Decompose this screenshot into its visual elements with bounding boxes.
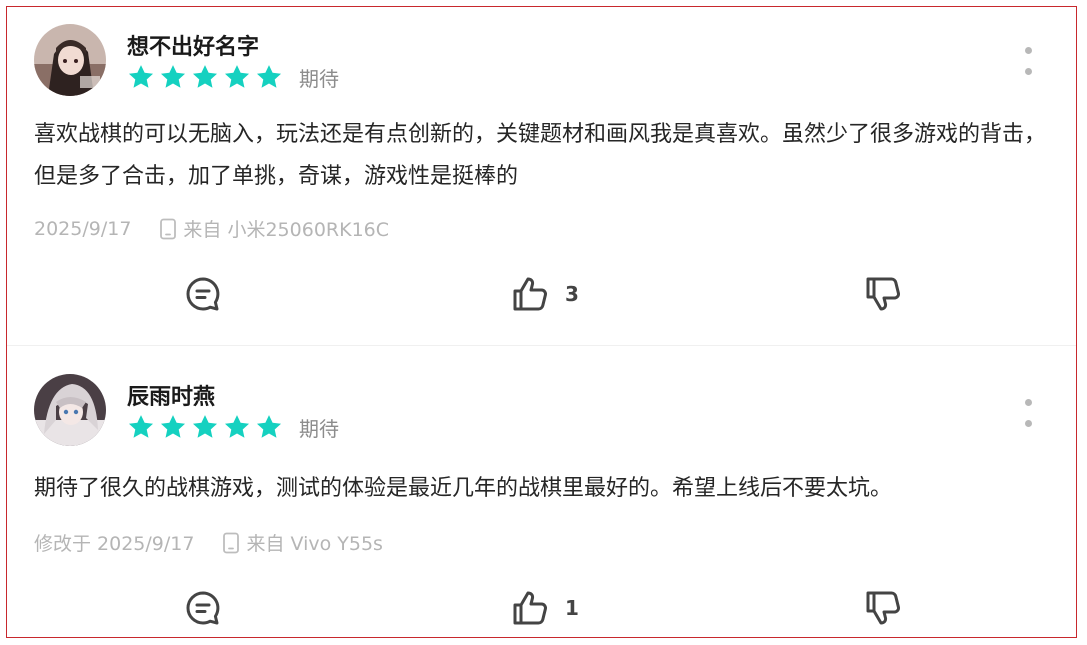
star-icon [127,63,155,91]
review-meta: 修改于 2025/9/17 来自 Vivo Y55s [34,529,383,556]
comment-icon [186,591,220,625]
like-button[interactable]: 1 [511,583,579,633]
avatar[interactable] [34,24,106,96]
device-info: 来自 小米25060RK16C [159,215,389,242]
star-icon [127,413,155,441]
review-meta: 2025/9/17 来自 小米25060RK16C [34,215,389,242]
star-icon [255,63,283,91]
review-actions: 1 [7,583,1076,633]
username[interactable]: 辰雨时燕 [127,379,215,411]
more-vertical-icon[interactable] [1020,399,1036,427]
phone-icon [222,532,246,554]
like-count: 3 [565,282,579,306]
more-vertical-icon[interactable] [1020,47,1036,75]
star-icon [223,413,251,441]
rating-stars: 期待 [127,63,339,91]
avatar-image [34,374,106,446]
comment-button[interactable] [183,269,223,319]
review-card: 想不出好名字 期待 喜欢战棋的可以无脑入，玩法还是有点创新的，关键题材和画风我是… [7,7,1076,345]
avatar[interactable] [34,374,106,446]
thumbs-up-icon [513,591,548,625]
dislike-button[interactable] [864,583,904,633]
review-card: 辰雨时燕 期待 期待了很久的战棋游戏，测试的体验是最近几年的战棋里最好的。希望上… [7,347,1076,637]
star-icon [255,413,283,441]
like-button[interactable]: 3 [511,269,579,319]
dislike-button[interactable] [864,269,904,319]
star-icon [223,63,251,91]
review-date: 2025/9/17 [34,217,132,240]
phone-icon [159,218,183,240]
star-icon [159,63,187,91]
username[interactable]: 想不出好名字 [127,29,259,61]
divider [7,345,1076,346]
thumbs-down-icon [866,591,901,625]
device-label: 来自 小米25060RK16C [183,219,390,241]
like-count: 1 [565,596,579,620]
star-icon [159,413,187,441]
review-tag: 期待 [299,66,339,91]
review-actions: 3 [7,269,1076,319]
review-date: 修改于 2025/9/17 [34,533,195,555]
comment-icon [186,277,220,311]
rating-stars: 期待 [127,413,339,441]
review-content: 期待了很久的战棋游戏，测试的体验是最近几年的战棋里最好的。希望上线后不要太坑。 [34,476,893,501]
avatar-image [34,24,106,96]
thumbs-up-icon [513,277,548,311]
star-icon [191,413,219,441]
device-info: 来自 Vivo Y55s [222,529,383,556]
star-icon [191,63,219,91]
review-tag: 期待 [299,416,339,441]
device-label: 来自 Vivo Y55s [246,533,383,555]
thumbs-down-icon [866,277,901,311]
reviews-panel: 想不出好名字 期待 喜欢战棋的可以无脑入，玩法还是有点创新的，关键题材和画风我是… [6,6,1077,638]
review-content: 喜欢战棋的可以无脑入，玩法还是有点创新的，关键题材和画风我是真喜欢。虽然少了很多… [34,122,1047,189]
comment-button[interactable] [183,583,223,633]
